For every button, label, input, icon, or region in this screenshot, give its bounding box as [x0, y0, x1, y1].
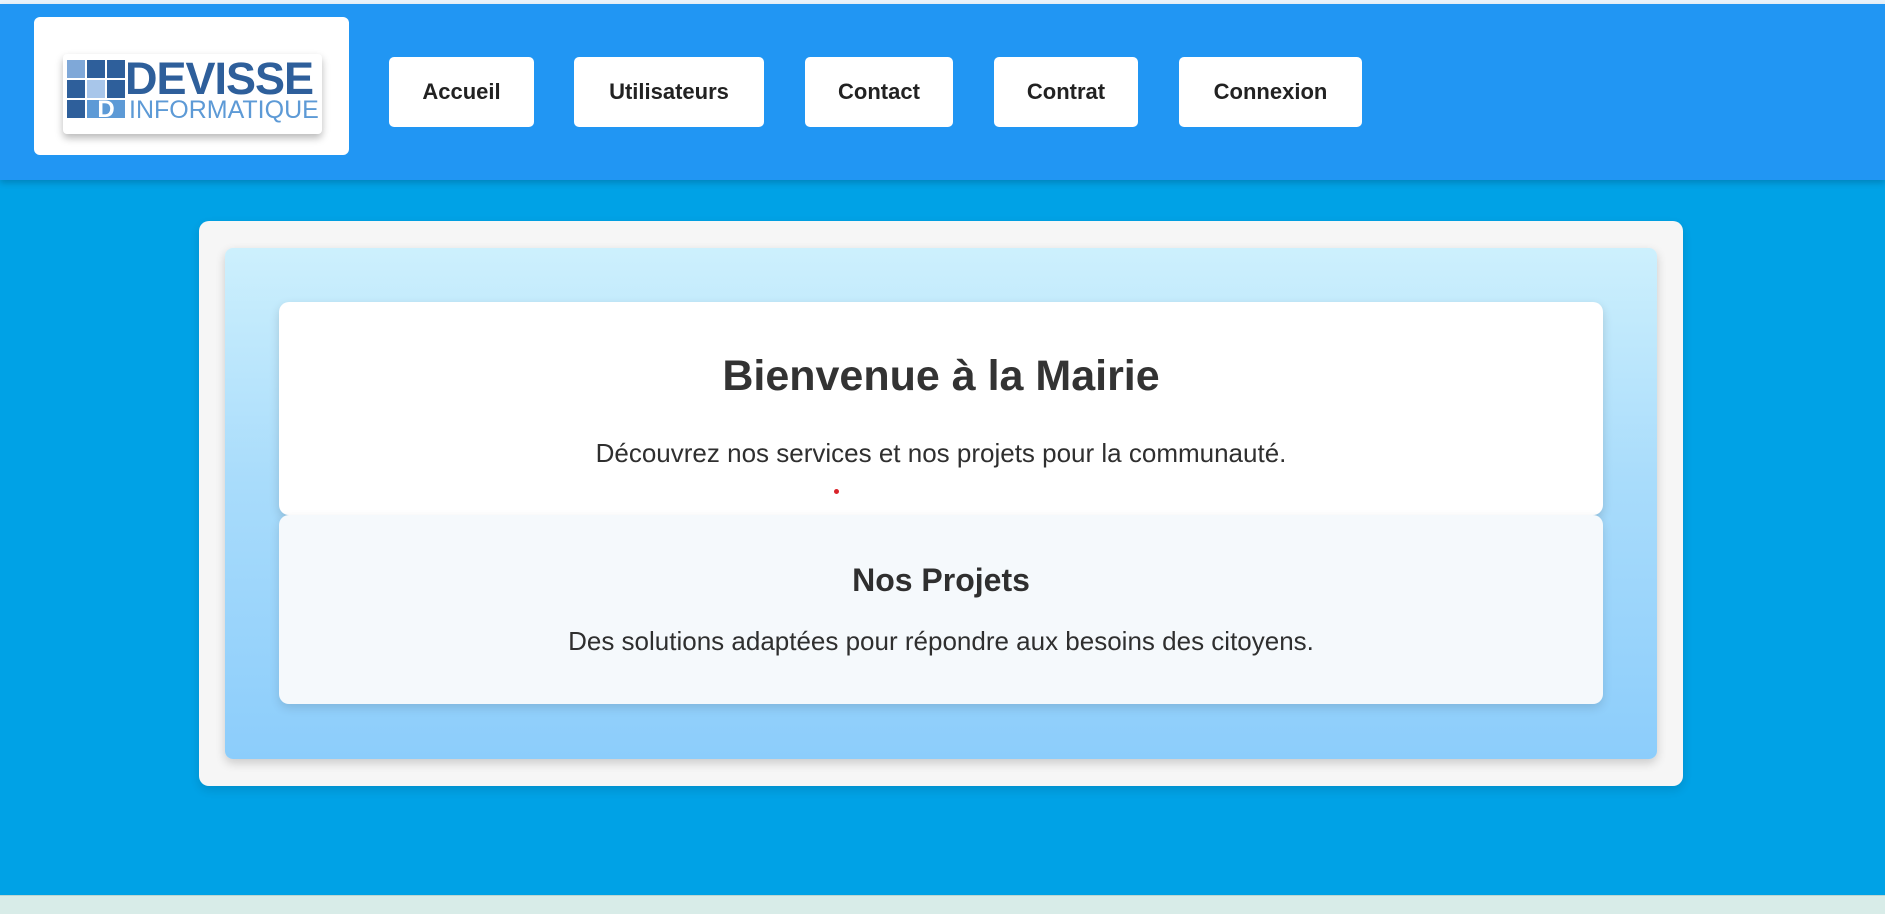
- logo-container[interactable]: D DEVISSE INFORMATIQUE: [34, 17, 349, 155]
- logo: D DEVISSE INFORMATIQUE: [63, 54, 322, 134]
- brand-tagline: INFORMATIQUE: [129, 96, 319, 124]
- projects-title: Nos Projets: [852, 562, 1030, 598]
- nav-connexion-button[interactable]: Connexion: [1179, 57, 1362, 127]
- browser-bottom-strip: [0, 895, 1885, 914]
- site-header: D DEVISSE INFORMATIQUE Accueil Utilisate…: [0, 4, 1885, 180]
- projects-card: Nos Projets Des solutions adaptées pour …: [279, 515, 1603, 704]
- welcome-text: Découvrez nos services et nos projets po…: [595, 438, 1287, 468]
- hero-panel: Bienvenue à la Mairie Découvrez nos serv…: [225, 248, 1657, 759]
- welcome-card: Bienvenue à la Mairie Découvrez nos serv…: [279, 302, 1603, 515]
- nav-accueil-button[interactable]: Accueil: [389, 57, 534, 127]
- devisse-logo-icon: D: [67, 60, 125, 120]
- nav-utilisateurs-button[interactable]: Utilisateurs: [574, 57, 764, 127]
- projects-text: Des solutions adaptées pour répondre aux…: [568, 626, 1314, 656]
- nav-contrat-button[interactable]: Contrat: [994, 57, 1138, 127]
- welcome-title: Bienvenue à la Mairie: [722, 352, 1160, 400]
- svg-text:D: D: [97, 96, 114, 120]
- cursor-dot: [834, 489, 839, 494]
- main-content-card: Bienvenue à la Mairie Découvrez nos serv…: [199, 221, 1683, 786]
- nav-contact-button[interactable]: Contact: [805, 57, 953, 127]
